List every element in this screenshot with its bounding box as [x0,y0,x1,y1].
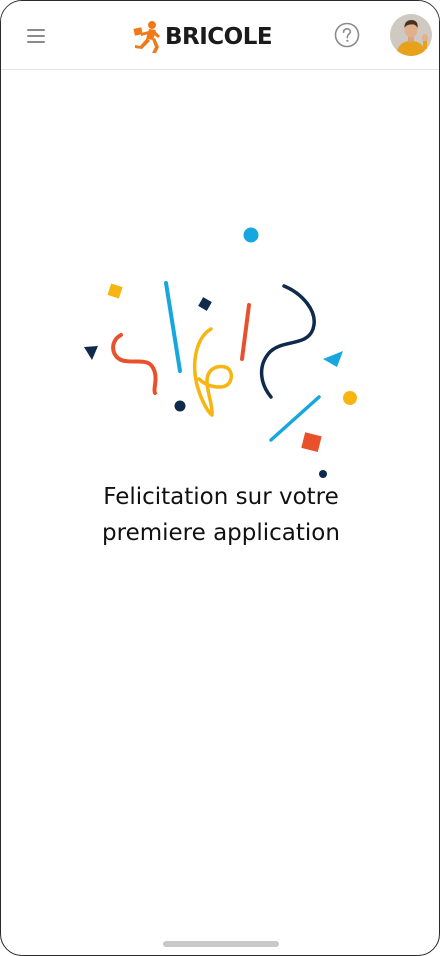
message-line-2: premiere application [102,520,340,546]
congratulations-message: Felicitation sur votre premiere applicat… [1,479,439,551]
confetti-illustration [84,227,357,478]
device-frame: BRICOLE Felicitation sur votre premiere … [0,0,440,956]
message-line-1: Felicitation sur votre [103,484,339,510]
home-indicator[interactable] [163,941,279,947]
